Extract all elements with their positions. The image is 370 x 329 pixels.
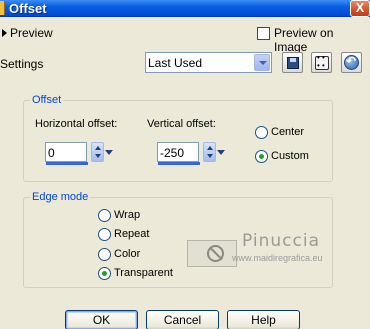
offset-group-title: Offset [30,94,64,106]
save-preset-button[interactable] [282,52,303,73]
spin-up-icon[interactable] [95,146,101,150]
randomize-dice-icon [315,54,329,70]
vertical-offset-value: -250 [160,146,185,160]
ok-button[interactable]: OK [65,310,138,329]
preview-row: Preview Preview on Image [0,25,370,54]
repeat-radio-label[interactable]: Repeat [114,228,149,240]
preview-on-image-checkbox[interactable] [257,27,270,40]
vertical-offset-slider-bar[interactable] [158,162,200,165]
vertical-offset-dropdown-icon[interactable] [216,142,227,162]
spin-up-icon[interactable] [207,146,213,150]
vertical-offset-input[interactable]: -250 [157,142,200,165]
chevron-down-icon[interactable] [254,54,270,71]
transparent-radio[interactable] [98,267,111,280]
color-radio-label[interactable]: Color [114,248,140,260]
randomize-button[interactable] [311,52,332,73]
center-radio[interactable] [255,126,268,139]
vertical-offset-label: Vertical offset: [147,118,216,130]
reset-icon [344,54,359,70]
watermark-name: Pinuccia [242,231,320,251]
settings-selected-value: Last Used [148,56,203,70]
custom-radio-label[interactable]: Custom [271,150,309,162]
window-title: Offset [9,1,47,16]
wrap-radio[interactable] [98,209,111,222]
app-icon [0,1,5,15]
transparent-radio-label[interactable]: Transparent [114,267,173,279]
watermark-url: www.maidiregrafica.eu [232,253,323,263]
settings-preset-select[interactable]: Last Used [145,52,272,73]
wrap-radio-label[interactable]: Wrap [114,209,140,221]
no-color-icon [207,245,224,262]
help-button[interactable]: Help [227,310,300,329]
horizontal-offset-spinner[interactable] [91,142,104,162]
expand-arrow-icon[interactable] [2,29,7,37]
horizontal-offset-label: Horizontal offset: [35,118,118,130]
save-preset-icon [287,57,299,69]
settings-label: Settings [0,57,44,71]
close-icon: X [355,0,365,15]
color-radio[interactable] [98,248,111,261]
vertical-offset-spinner[interactable] [203,142,216,162]
horizontal-offset-dropdown-icon[interactable] [104,142,115,162]
preview-on-image-label[interactable]: Preview on Image [274,26,370,54]
settings-row: Settings Last Used [0,52,370,74]
horizontal-offset-slider-bar[interactable] [46,162,88,165]
repeat-radio[interactable] [98,228,111,241]
horizontal-offset-value: 0 [48,146,55,160]
close-button[interactable]: X [350,0,370,17]
spin-down-icon[interactable] [207,154,213,158]
spin-down-icon[interactable] [95,154,101,158]
custom-radio[interactable] [255,150,268,163]
title-bar: Offset X [0,0,370,17]
offset-group: Offset [23,94,333,182]
cancel-button[interactable]: Cancel [146,310,219,329]
preview-toggle-label[interactable]: Preview [10,26,53,40]
edge-mode-group-title: Edge mode [30,191,91,203]
reset-button[interactable] [341,52,362,73]
center-radio-label[interactable]: Center [271,126,304,138]
horizontal-offset-input[interactable]: 0 [45,142,88,165]
